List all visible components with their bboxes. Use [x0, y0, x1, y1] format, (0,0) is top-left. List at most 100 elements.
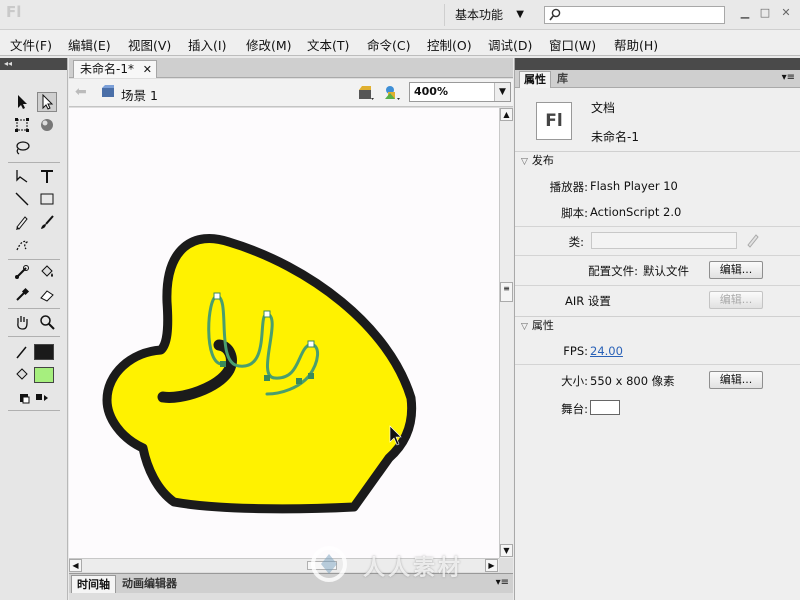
divider [515, 226, 800, 227]
tab-properties[interactable]: 属性 [519, 71, 551, 88]
publish-section-header[interactable]: ▽ 发布 [515, 151, 800, 169]
toolbox: ◂◂ [0, 58, 68, 600]
edit-size-button[interactable]: 编辑... [709, 371, 763, 389]
back-arrow-icon[interactable]: ⬅ [75, 84, 87, 100]
fps-value[interactable]: 24.00 [590, 344, 623, 358]
panel-tabs: 属性 库 ▾≡ [515, 70, 800, 88]
menu-text[interactable]: 文本(T) [307, 35, 349, 54]
document-tab[interactable]: 未命名-1* ✕ [73, 60, 157, 78]
hand-tool-icon[interactable] [12, 312, 32, 332]
toolbox-divider [8, 336, 60, 337]
properties-section-header[interactable]: ▽ 属性 [515, 316, 800, 334]
zoom-value: 400% [414, 85, 448, 98]
tab-motion-editor[interactable]: 动画编辑器 [117, 575, 182, 593]
bone-tool-icon[interactable] [12, 262, 32, 282]
fill-color-swatch[interactable] [34, 367, 54, 383]
paint-bucket-tool-icon[interactable] [37, 262, 57, 282]
stroke-color-swatch[interactable] [34, 344, 54, 360]
menu-insert[interactable]: 插入(I) [188, 35, 226, 54]
lasso-tool-icon[interactable] [12, 138, 32, 158]
menu-edit[interactable]: 编辑(E) [68, 35, 111, 54]
selection-tool-icon[interactable] [12, 92, 32, 112]
menu-commands[interactable]: 命令(C) [367, 35, 410, 54]
black-white-icon[interactable] [14, 388, 34, 408]
minimize-icon[interactable]: ▁ [737, 5, 753, 21]
document-type-label: 文档 [591, 101, 616, 115]
swap-colors-icon[interactable] [32, 388, 52, 408]
text-tool-icon[interactable] [37, 166, 57, 186]
search-input[interactable] [544, 6, 725, 24]
document-tab-label: 未命名-1* [80, 62, 134, 76]
zoom-tool-icon[interactable] [37, 312, 57, 332]
divider [515, 285, 800, 286]
properties-panel: 属性 库 ▾≡ Fl 文档 未命名-1 ▽ 发布 播放器: Flash Playe… [514, 58, 800, 600]
zoom-select[interactable]: 400% ▼ [409, 82, 511, 102]
document-tabstrip: 未命名-1* ✕ [69, 58, 513, 78]
profile-label: 配置文件: [588, 264, 638, 278]
edit-scene-icon[interactable] [357, 84, 375, 102]
scene-label[interactable]: 场景 1 [121, 85, 158, 104]
title-bar: Fl 基本功能 ▼ ▁ □ ✕ [0, 0, 800, 30]
close-icon[interactable]: ✕ [778, 5, 794, 21]
tab-library[interactable]: 库 [553, 71, 572, 88]
workspace-switcher[interactable]: 基本功能 ▼ [444, 4, 530, 26]
stage-canvas[interactable] [69, 108, 499, 558]
menu-help[interactable]: 帮助(H) [614, 35, 658, 54]
toolbox-collapse-icon[interactable]: ◂◂ [0, 58, 67, 70]
workspace-label: 基本功能 [455, 8, 504, 22]
stage-color-swatch[interactable] [590, 400, 620, 415]
eyedropper-tool-icon[interactable] [12, 285, 32, 305]
close-icon[interactable]: ✕ [143, 61, 152, 78]
document-name: 未命名-1 [591, 130, 639, 144]
player-value: Flash Player 10 [590, 179, 678, 193]
menu-modify[interactable]: 修改(M) [246, 35, 292, 54]
brush-tool-icon[interactable] [37, 212, 57, 232]
section-title: 属性 [531, 319, 554, 332]
panel-menu-icon[interactable]: ▾≡ [782, 72, 795, 83]
toolbox-divider [8, 410, 60, 411]
fill-color-icon[interactable] [12, 365, 32, 385]
fps-label: FPS: [563, 344, 588, 358]
document-area: 未命名-1* ✕ ⬅ 场景 1 400% ▼ ▲ ≡ ▼ ◀ ▶ 时间轴 动画编… [69, 58, 513, 600]
pencil-tool-icon[interactable] [12, 212, 32, 232]
search-icon [549, 8, 561, 21]
scene-icon [102, 85, 114, 97]
menu-file[interactable]: 文件(F) [10, 35, 52, 54]
menu-control[interactable]: 控制(O) [427, 35, 472, 54]
line-tool-icon[interactable] [12, 189, 32, 209]
scroll-down-icon[interactable]: ▼ [500, 544, 513, 557]
class-input[interactable] [591, 232, 737, 249]
deco-tool-icon[interactable] [12, 235, 32, 255]
tab-timeline[interactable]: 时间轴 [71, 575, 116, 593]
free-transform-tool-icon[interactable] [12, 115, 32, 135]
air-settings-label: AIR 设置 [565, 294, 611, 308]
document-icon: Fl [536, 102, 572, 140]
menu-view[interactable]: 视图(V) [128, 35, 171, 54]
edit-symbols-icon[interactable] [383, 84, 401, 102]
scroll-thumb[interactable]: ≡ [500, 282, 513, 302]
collapse-triangle-icon: ▽ [521, 157, 528, 167]
divider [515, 364, 800, 365]
menu-window[interactable]: 窗口(W) [549, 35, 596, 54]
scroll-left-icon[interactable]: ◀ [69, 559, 82, 572]
stroke-color-icon[interactable] [12, 342, 32, 362]
pen-tool-icon[interactable] [12, 166, 32, 186]
scroll-up-icon[interactable]: ▲ [500, 108, 513, 121]
3d-rotation-tool-icon[interactable] [37, 115, 57, 135]
menu-bar: 文件(F) 编辑(E) 视图(V) 插入(I) 修改(M) 文本(T) 命令(C… [0, 30, 800, 56]
eraser-tool-icon[interactable] [37, 285, 57, 305]
rectangle-tool-icon[interactable] [37, 189, 57, 209]
maximize-icon[interactable]: □ [757, 5, 773, 21]
edit-profile-button[interactable]: 编辑... [709, 261, 763, 279]
chevron-down-icon: ▼ [516, 9, 524, 20]
menu-debug[interactable]: 调试(D) [488, 35, 532, 54]
section-title: 发布 [531, 154, 554, 167]
watermark: 人人素材 [309, 544, 499, 584]
chevron-down-icon[interactable]: ▼ [494, 83, 510, 101]
vertical-scrollbar[interactable]: ▲ ≡ ▼ [499, 108, 513, 558]
artwork [102, 234, 417, 514]
stage-label: 舞台: [561, 402, 588, 416]
edit-air-button[interactable]: 编辑... [709, 291, 763, 309]
pencil-icon[interactable] [745, 232, 761, 248]
subselection-tool-icon[interactable] [37, 92, 57, 112]
